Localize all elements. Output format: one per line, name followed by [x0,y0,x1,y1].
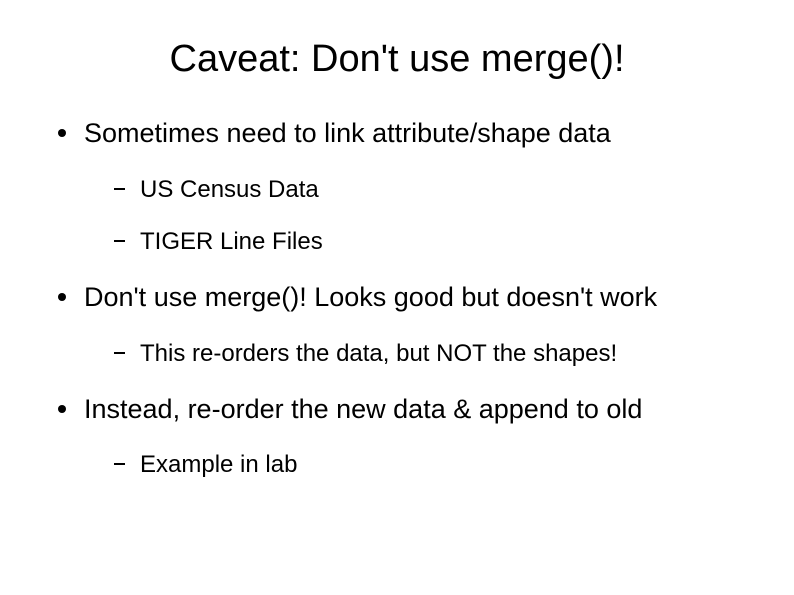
bullet-text: Instead, re-order the new data & append … [84,394,642,424]
list-item: TIGER Line Files [106,227,744,257]
list-item: US Census Data [106,175,744,205]
list-item: Don't use merge()! Looks good but doesn'… [50,281,744,369]
bullet-text: Sometimes need to link attribute/shape d… [84,118,611,148]
bullet-text: Example in lab [140,451,297,478]
sub-list: This re-orders the data, but NOT the sha… [106,339,744,369]
slide-title: Caveat: Don't use merge()! [50,38,744,81]
bullet-text: Don't use merge()! Looks good but doesn'… [84,282,657,312]
bullet-text: US Census Data [140,176,319,203]
list-item: Sometimes need to link attribute/shape d… [50,117,744,257]
list-item: This re-orders the data, but NOT the sha… [106,339,744,369]
bullet-text: TIGER Line Files [140,228,323,255]
sub-list: Example in lab [106,450,744,480]
bullet-text: This re-orders the data, but NOT the sha… [140,340,617,367]
list-item: Example in lab [106,450,744,480]
list-item: Instead, re-order the new data & append … [50,393,744,481]
bullet-list: Sometimes need to link attribute/shape d… [50,117,744,480]
slide: Caveat: Don't use merge()! Sometimes nee… [0,0,794,595]
sub-list: US Census Data TIGER Line Files [106,175,744,257]
